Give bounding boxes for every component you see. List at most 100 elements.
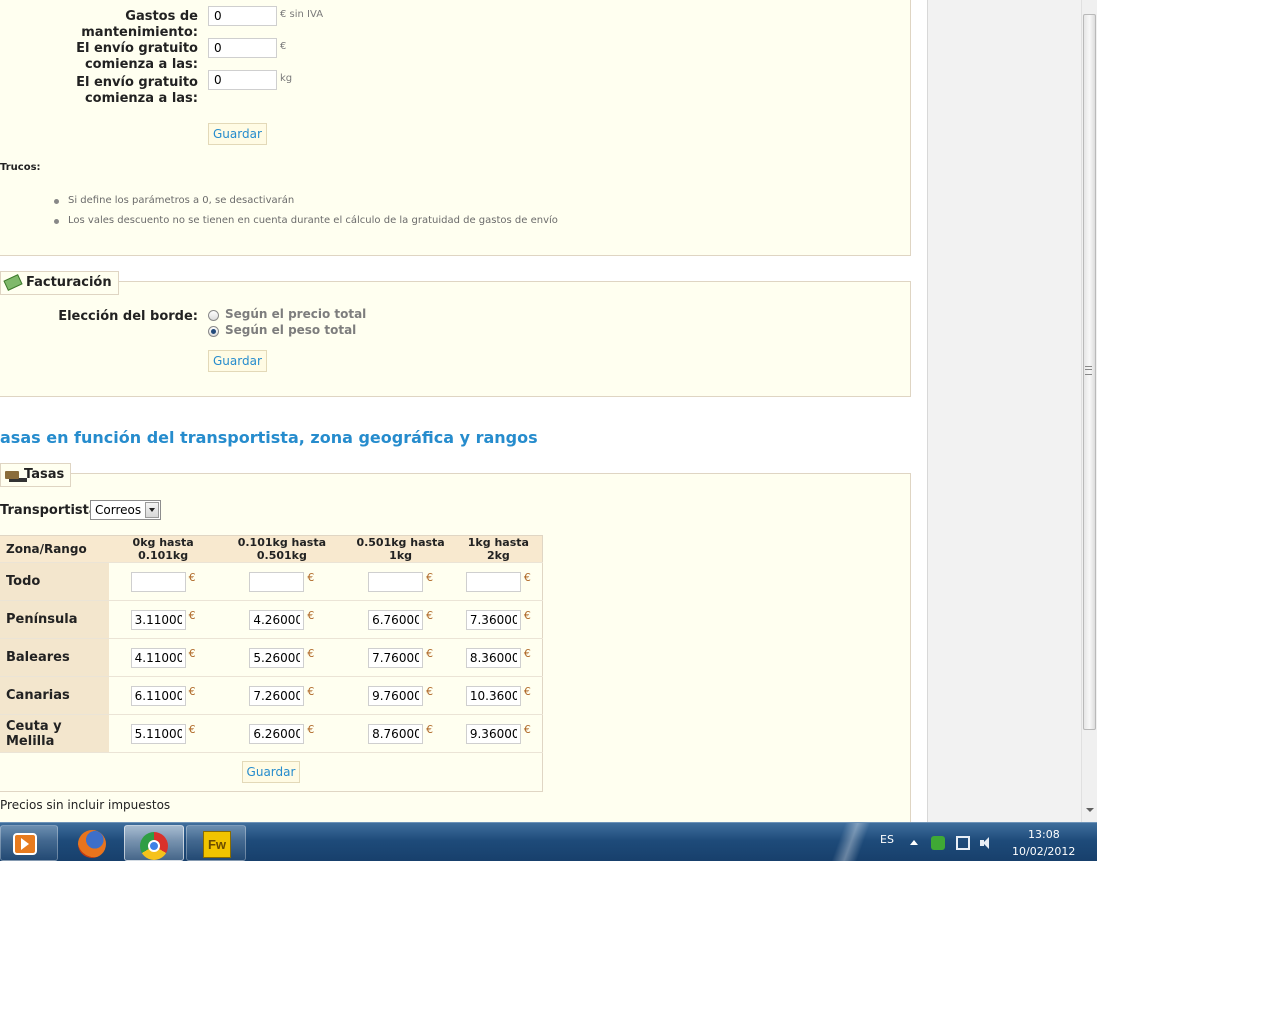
currency-symbol: €: [523, 609, 531, 622]
header-zone-range: Zona/Rango: [0, 535, 109, 563]
table-row: Ceuta y Melilla € € € €: [0, 714, 543, 753]
currency-symbol: €: [188, 685, 196, 698]
rates-legend: Tasas: [0, 463, 72, 487]
header-range: 1kg hasta 2kg: [454, 535, 543, 563]
currency-symbol: €: [188, 571, 196, 584]
currency-symbol: €: [307, 609, 315, 622]
billing-choice-label: Elección del borde:: [58, 309, 198, 324]
clock-time[interactable]: 13:08: [1028, 828, 1060, 841]
scrollbar-grip-icon: [1085, 366, 1092, 375]
tip-item: Los vales descuento no se tienen en cuen…: [68, 215, 558, 226]
currency-symbol: €: [426, 647, 434, 660]
tip-item: Si define los parámetros a 0, se desacti…: [68, 195, 295, 206]
header-range: 0kg hasta 0.101kg: [109, 535, 218, 563]
rate-input[interactable]: [130, 571, 186, 592]
rates-save-button[interactable]: Guardar: [241, 761, 301, 783]
currency-symbol: €: [426, 571, 434, 584]
rate-input[interactable]: [465, 609, 521, 630]
tip-bullet-icon: [54, 199, 59, 204]
table-row: Canarias € € € €: [0, 676, 543, 715]
rate-input[interactable]: [368, 609, 424, 630]
zone-name: Todo: [0, 562, 109, 601]
page-content: Gastos de mantenimiento: € sin IVA El en…: [0, 0, 927, 822]
radio-by-weight-label[interactable]: Según el peso total: [225, 323, 356, 337]
rates-footnote: Precios sin incluir impuestos: [0, 798, 171, 812]
rate-input[interactable]: [249, 647, 305, 668]
rate-input[interactable]: [249, 685, 305, 706]
rate-input[interactable]: [368, 685, 424, 706]
currency-symbol: €: [188, 609, 196, 622]
sync-icon[interactable]: [931, 836, 945, 850]
free-weight-label: El envío gratuito comienza a las:: [76, 75, 198, 106]
radio-by-price-label[interactable]: Según el precio total: [225, 307, 366, 321]
rate-input[interactable]: [368, 723, 424, 744]
fireworks-icon: Fw: [203, 831, 231, 858]
currency-symbol: €: [523, 647, 531, 660]
taskbar-fireworks[interactable]: Fw: [186, 825, 246, 861]
carrier-label: Transportista:: [0, 503, 103, 518]
network-icon[interactable]: [956, 836, 970, 850]
header-range: 0.101kg hasta 0.501kg: [217, 535, 347, 563]
rate-input[interactable]: [249, 723, 305, 744]
firefox-icon: [78, 830, 106, 858]
radio-by-weight[interactable]: [208, 326, 219, 337]
handling-input[interactable]: [208, 6, 277, 26]
rates-legend-text: Tasas: [24, 467, 65, 482]
rate-input[interactable]: [465, 723, 521, 744]
free-price-label: El envío gratuito comienza a las:: [76, 41, 198, 72]
table-row: Baleares € € € €: [0, 638, 543, 677]
handling-label: Gastos de mantenimiento:: [81, 9, 198, 40]
table-header-row: Zona/Rango 0kg hasta 0.101kg 0.101kg has…: [0, 535, 543, 563]
rate-input[interactable]: [130, 647, 186, 668]
table-row: Península € € € €: [0, 600, 543, 639]
rate-input[interactable]: [249, 609, 305, 630]
shipping-save-button[interactable]: Guardar: [208, 123, 267, 145]
language-indicator[interactable]: ES: [880, 833, 894, 846]
currency-symbol: €: [523, 685, 531, 698]
free-price-input[interactable]: [208, 38, 277, 58]
taskbar: Fw ES 13:08 10/02/2012: [0, 822, 1097, 861]
currency-symbol: €: [523, 571, 531, 584]
tray-expand-icon[interactable]: [910, 840, 918, 845]
rate-input[interactable]: [130, 685, 186, 706]
carrier-selected-value: Correos: [95, 503, 142, 517]
rate-input[interactable]: [130, 723, 186, 744]
currency-symbol: €: [426, 685, 434, 698]
scroll-down-icon[interactable]: [1086, 808, 1094, 812]
currency-symbol: €: [188, 647, 196, 660]
rate-input[interactable]: [465, 685, 521, 706]
rate-input[interactable]: [249, 571, 305, 592]
taskbar-media-player[interactable]: [0, 825, 58, 861]
billing-save-button[interactable]: Guardar: [208, 350, 267, 372]
table-row: Todo € € € €: [0, 562, 543, 601]
rate-input[interactable]: [368, 571, 424, 592]
truck-icon: [5, 470, 19, 479]
section-title: asas en función del transportista, zona …: [0, 428, 538, 447]
free-price-unit: €: [280, 41, 287, 52]
browser-viewport: Gastos de mantenimiento: € sin IVA El en…: [0, 0, 1097, 861]
chrome-icon: [140, 832, 168, 860]
currency-symbol: €: [307, 647, 315, 660]
radio-by-price[interactable]: [208, 310, 219, 321]
browser-side-area: [927, 0, 1082, 822]
taskbar-firefox[interactable]: [62, 825, 122, 861]
volume-icon[interactable]: [980, 836, 994, 850]
rate-input[interactable]: [130, 609, 186, 630]
rate-input[interactable]: [465, 571, 521, 592]
media-player-icon: [13, 833, 37, 855]
rate-input[interactable]: [465, 647, 521, 668]
vertical-scrollbar[interactable]: [1081, 0, 1097, 822]
money-icon: [3, 274, 23, 291]
carrier-select[interactable]: Correos: [90, 500, 161, 520]
clock-date[interactable]: 10/02/2012: [1012, 845, 1075, 858]
table-button-row: Guardar: [0, 752, 543, 792]
zone-name: Baleares: [0, 638, 109, 677]
billing-fieldset: [0, 281, 911, 397]
header-range: 0.501kg hasta 1kg: [346, 535, 455, 563]
free-weight-input[interactable]: [208, 70, 277, 90]
chevron-down-icon[interactable]: [145, 502, 159, 518]
rate-input[interactable]: [368, 647, 424, 668]
taskbar-chrome[interactable]: [124, 825, 184, 861]
zone-name: Península: [0, 600, 109, 639]
currency-symbol: €: [307, 685, 315, 698]
